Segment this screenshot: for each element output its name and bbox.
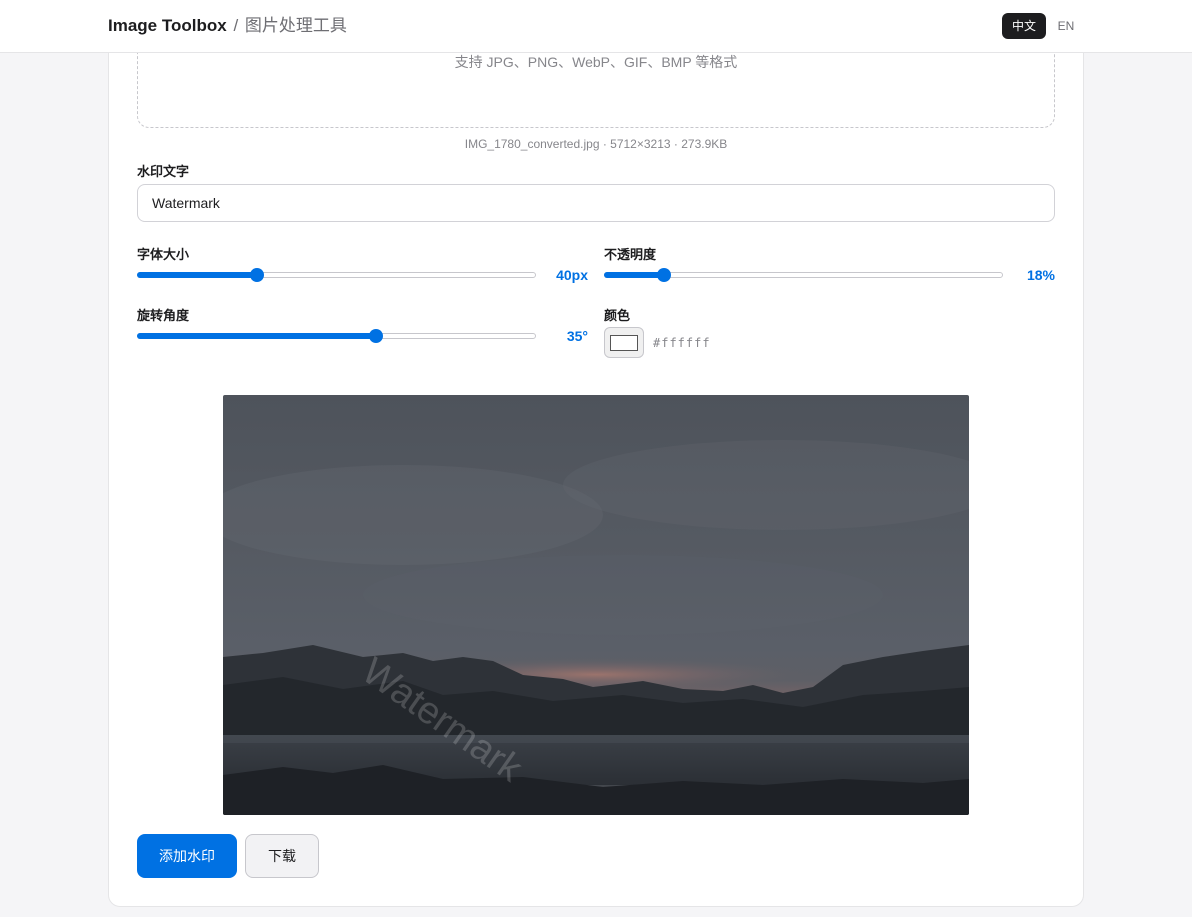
add-watermark-button[interactable]: 添加水印 bbox=[137, 834, 237, 878]
brand-subtitle: 图片处理工具 bbox=[244, 16, 347, 35]
font-size-slider-thumb[interactable] bbox=[249, 268, 264, 282]
font-size-value: 40px bbox=[556, 267, 588, 283]
brand-name: Image Toolbox bbox=[108, 16, 227, 35]
watermark-text-label: 水印文字 bbox=[137, 164, 190, 179]
font-size-slider-fill bbox=[137, 272, 257, 278]
font-size-slider[interactable] bbox=[137, 267, 536, 283]
preview-photo: Watermark bbox=[223, 395, 969, 815]
file-info: IMG_1780_converted.jpg · 5712×3213 · 273… bbox=[464, 137, 728, 151]
image-preview: Watermark bbox=[223, 395, 969, 815]
opacity-value: 18% bbox=[1026, 267, 1055, 283]
download-button[interactable]: 下载 bbox=[245, 834, 319, 878]
color-label: 颜色 bbox=[604, 308, 631, 323]
rotation-label: 旋转角度 bbox=[137, 308, 190, 323]
opacity-label: 不透明度 bbox=[604, 247, 657, 262]
opacity-slider-thumb[interactable] bbox=[656, 268, 671, 282]
color-picker[interactable] bbox=[604, 327, 644, 358]
lang-zh-button[interactable]: 中文 bbox=[1002, 13, 1046, 39]
color-swatch bbox=[610, 335, 638, 351]
watermark-text-input[interactable] bbox=[137, 184, 1055, 222]
rotation-slider[interactable] bbox=[137, 328, 536, 344]
lang-en-button[interactable]: EN bbox=[1052, 13, 1080, 39]
opacity-slider-fill bbox=[604, 272, 664, 278]
rotation-slider-fill bbox=[137, 333, 377, 339]
color-hex-value: #ffffff bbox=[653, 336, 711, 350]
rotation-slider-thumb[interactable] bbox=[369, 329, 384, 343]
font-size-label: 字体大小 bbox=[137, 247, 190, 262]
opacity-slider[interactable] bbox=[604, 267, 1003, 283]
brand: Image Toolbox / 图片处理工具 bbox=[108, 16, 347, 36]
top-bar: Image Toolbox / 图片处理工具 中文 EN bbox=[0, 0, 1192, 53]
dropzone-hint: 支持 JPG、PNG、WebP、GIF、BMP 等格式 bbox=[454, 54, 738, 70]
rotation-value: 35° bbox=[566, 328, 588, 344]
brand-separator: / bbox=[233, 16, 239, 35]
